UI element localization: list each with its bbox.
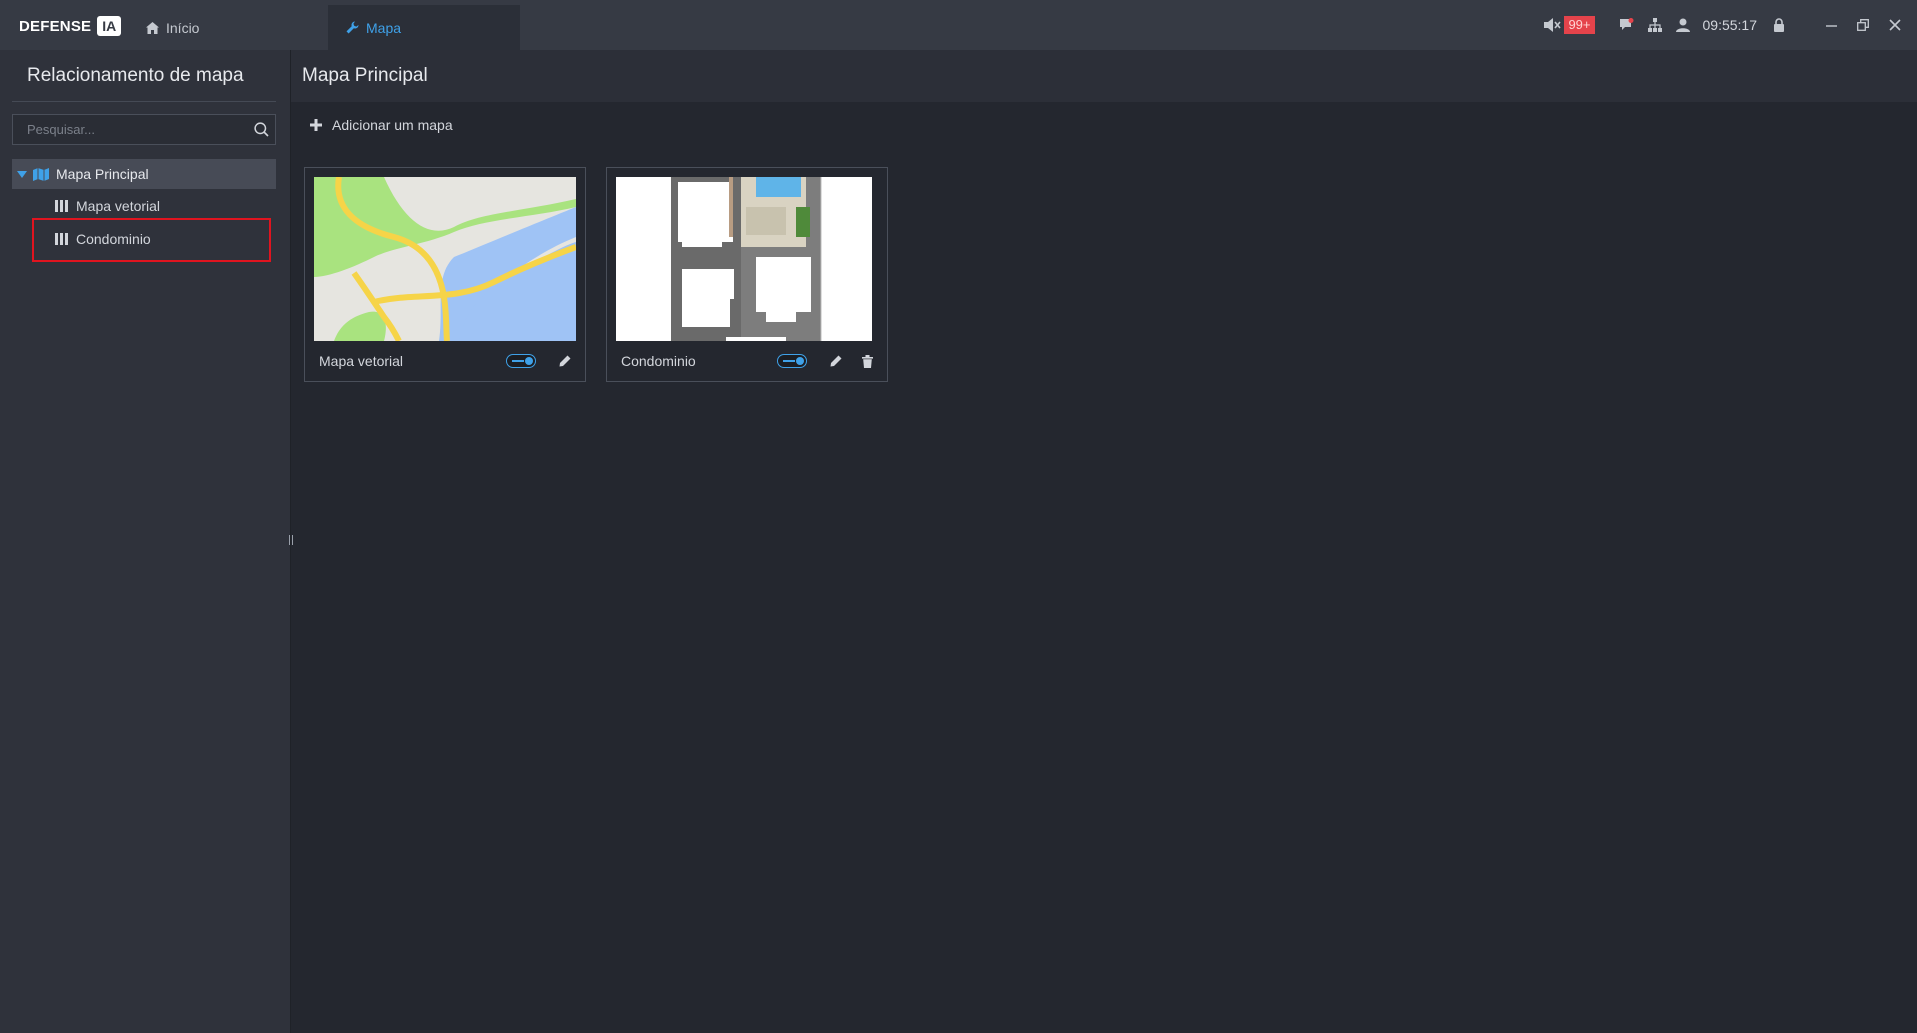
network-icon — [1647, 18, 1662, 32]
card-footer: Condominio — [607, 341, 887, 381]
device-tree-button[interactable] — [1641, 18, 1669, 32]
tab-map-label: Mapa — [366, 19, 402, 36]
sidebar-resize-handle[interactable] — [289, 535, 293, 545]
add-map-button[interactable]: Adicionar um mapa — [310, 117, 453, 133]
tab-home[interactable]: Início — [128, 5, 318, 50]
delete-map-button[interactable] — [856, 354, 878, 368]
home-icon — [146, 21, 159, 34]
map-relationship-sidebar: Relacionamento de mapa Mapa Principal Ma… — [0, 50, 290, 1033]
pencil-icon — [830, 355, 842, 367]
tree-item-main-map[interactable]: Mapa Principal — [12, 159, 276, 189]
pencil-icon — [559, 355, 571, 367]
clock: 09:55:17 — [1702, 17, 1758, 33]
search-box — [12, 114, 276, 145]
close-icon — [1889, 19, 1901, 31]
search-input[interactable] — [13, 122, 247, 137]
tree-item-label: Mapa vetorial — [76, 198, 161, 214]
map-thumbnail-condominio[interactable] — [616, 177, 872, 341]
tree-item-label: Mapa Principal — [56, 166, 149, 182]
tab-home-label: Início — [166, 19, 200, 36]
map-card-name: Condominio — [621, 353, 696, 369]
user-icon — [1675, 18, 1690, 32]
page-title: Mapa Principal — [302, 65, 428, 86]
minimize-button[interactable] — [1815, 20, 1847, 31]
app-logo: DEFENSE IA — [19, 15, 122, 37]
logo-text: DEFENSE — [19, 17, 92, 35]
search-button[interactable] — [247, 122, 275, 137]
plus-icon — [310, 119, 322, 131]
selection-highlight — [32, 218, 271, 262]
map-thumbnail-vector[interactable] — [314, 177, 576, 341]
top-right-controls: 99+ 09:55:17 — [1544, 0, 1917, 50]
message-alert-icon — [1620, 18, 1634, 30]
sidebar-divider — [12, 101, 276, 102]
logo-badge: IA — [97, 16, 122, 36]
top-bar: DEFENSE IA Início Mapa 99+ 09:55:17 — [0, 0, 1917, 50]
restore-icon — [1857, 19, 1869, 31]
add-map-label: Adicionar um mapa — [332, 117, 453, 133]
wrench-icon — [346, 21, 359, 34]
trash-icon — [861, 354, 873, 368]
lock-icon — [1774, 18, 1784, 32]
map-icon — [33, 167, 49, 181]
map-enabled-toggle[interactable] — [506, 354, 536, 368]
map-enabled-toggle[interactable] — [777, 354, 807, 368]
search-icon — [253, 122, 269, 137]
close-button[interactable] — [1879, 19, 1911, 31]
card-footer: Mapa vetorial — [305, 341, 585, 381]
main-header: Mapa Principal — [291, 50, 1917, 102]
alarm-count-badge: 99+ — [1564, 16, 1595, 34]
minimize-icon — [1825, 24, 1837, 27]
restore-button[interactable] — [1847, 19, 1879, 31]
user-button[interactable] — [1669, 18, 1697, 32]
tab-map[interactable]: Mapa — [328, 5, 520, 50]
alarm-sound-toggle[interactable]: 99+ — [1544, 16, 1595, 34]
map-card-name: Mapa vetorial — [319, 353, 404, 369]
map-card[interactable]: Mapa vetorial — [304, 167, 586, 382]
caret-down-icon[interactable] — [17, 170, 27, 178]
map-layers-icon — [55, 200, 68, 212]
lock-button[interactable] — [1765, 18, 1793, 32]
tree-item-vector-map[interactable]: Mapa vetorial — [55, 193, 160, 219]
edit-map-button[interactable] — [825, 355, 847, 367]
vector-map-image — [314, 177, 576, 341]
map-card[interactable]: Condominio — [606, 167, 888, 382]
floor-plan-image — [616, 177, 872, 341]
edit-map-button[interactable] — [554, 355, 576, 367]
alarm-message-button[interactable] — [1613, 18, 1641, 32]
mute-icon — [1544, 18, 1562, 32]
sidebar-title: Relacionamento de mapa — [27, 65, 244, 86]
